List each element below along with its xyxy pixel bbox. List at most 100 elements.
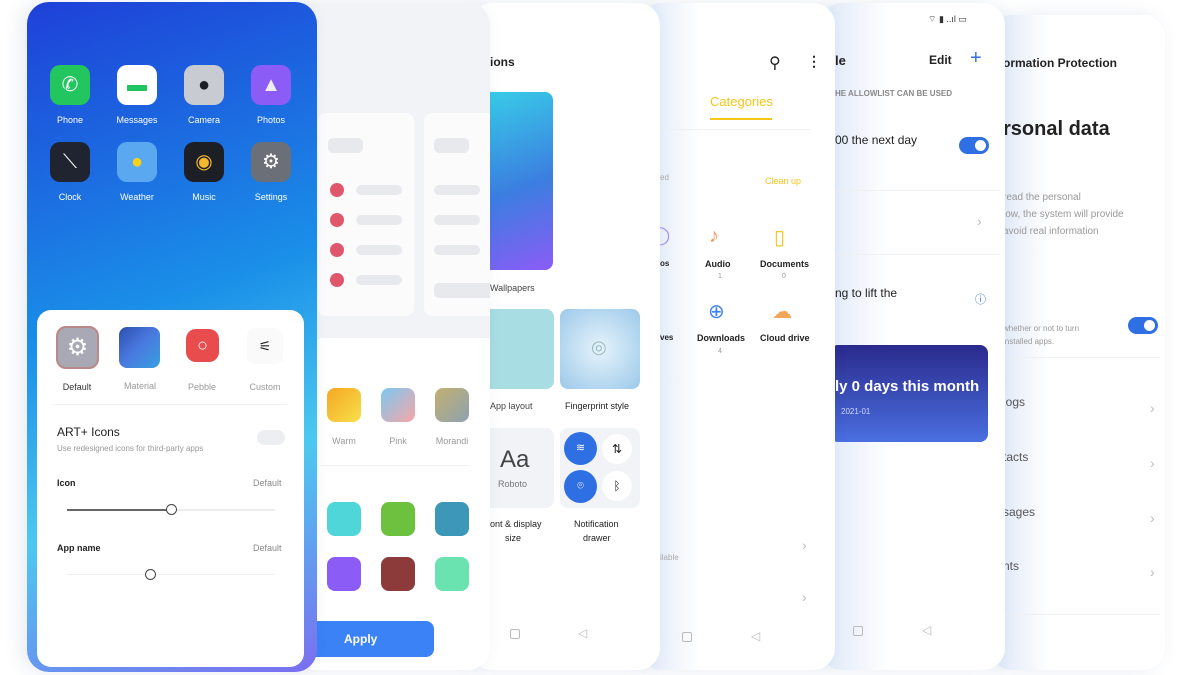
lift-label: ng to lift the <box>835 286 898 300</box>
clean-up-button[interactable]: Clean up <box>765 176 801 186</box>
icon-size-value: Default <box>253 478 282 488</box>
more-icon[interactable]: ⋮ <box>807 53 821 70</box>
theme-preview-card[interactable] <box>318 113 414 316</box>
section-header: HE ALLOWLIST CAN BE USED <box>835 89 953 98</box>
chevron-right-icon[interactable]: › <box>802 589 807 605</box>
location-icon: ⌾ <box>564 470 597 503</box>
notif-label: Notification <box>574 519 619 529</box>
document-icon: ▯ <box>774 227 786 249</box>
gradient-morandi[interactable] <box>435 388 469 422</box>
weather-icon[interactable]: ● <box>117 142 157 182</box>
personalizations-screen: ions Wallpapers App layout ◎ Fingerprint… <box>470 3 660 670</box>
chevron-right-icon: › <box>1150 510 1155 526</box>
privacy-item[interactable]: nts <box>1003 559 1019 573</box>
app-label: Phone <box>56 115 84 125</box>
schedule-title: le <box>835 53 846 68</box>
theme-screen: Warm Pink Morandi Apply <box>290 3 490 670</box>
notification-drawer-tile[interactable]: ≋ ⇅ ⌾ ᛒ <box>560 428 640 508</box>
slider-knob[interactable] <box>145 569 157 580</box>
nav-back-icon[interactable]: ◁ <box>578 626 587 640</box>
audio-icon: ♪ <box>709 225 719 247</box>
app-label: Music <box>192 192 216 202</box>
chevron-right-icon: › <box>1150 455 1155 471</box>
data-icon: ⇅ <box>602 434 632 464</box>
art-icons-subtitle: Use redesigned icons for third-party app… <box>57 444 204 453</box>
next-day-toggle[interactable] <box>959 137 989 154</box>
theme-preview-card[interactable] <box>424 113 490 316</box>
music-icon[interactable]: ◉ <box>184 142 224 182</box>
edit-button[interactable]: Edit <box>929 53 952 67</box>
app-label: Weather <box>120 192 154 202</box>
fingerprint-icon: ◎ <box>591 337 607 357</box>
style-custom[interactable]: ⚟ <box>247 328 283 364</box>
gradient-pink[interactable] <box>381 388 415 422</box>
icon-size-label: Icon <box>57 478 76 488</box>
photos-icon[interactable]: ▲ <box>251 65 291 105</box>
wifi-icon: ≋ <box>564 432 597 465</box>
status-bar-icons: ⌔ ▮ ..ıl ▭ <box>928 14 967 24</box>
art-icons-title: ART+ Icons <box>57 425 120 439</box>
next-day-label: 00 the next day <box>835 133 918 147</box>
app-label: Messages <box>116 115 158 125</box>
chevron-right-icon: › <box>1150 564 1155 580</box>
privacy-item[interactable]: sages <box>1003 505 1035 519</box>
app-label: Clock <box>58 192 82 202</box>
settings-icon[interactable]: ⚙ <box>251 142 291 182</box>
font-label: ont & display <box>490 519 542 529</box>
privacy-desc-line: low, the system will provide <box>1003 209 1124 220</box>
art-icons-toggle[interactable] <box>257 430 285 445</box>
nav-back-icon[interactable]: ◁ <box>751 629 760 643</box>
messages-icon[interactable]: ▬ <box>117 65 157 105</box>
nav-recents-icon[interactable] <box>682 632 692 642</box>
tab-categories[interactable]: Categories <box>710 94 773 109</box>
nav-back-icon[interactable]: ◁ <box>922 623 931 637</box>
app-name-value: Default <box>253 543 282 553</box>
privacy-screen: ormation Protection rsonal data read the… <box>990 15 1165 670</box>
chevron-right-icon[interactable]: › <box>977 213 982 229</box>
fingerprint-tile[interactable]: ◎ <box>560 309 640 389</box>
app-layout-label: App layout <box>490 401 533 411</box>
app-name-slider[interactable] <box>67 569 275 580</box>
color-swatch[interactable] <box>435 502 469 536</box>
privacy-item[interactable]: tacts <box>1003 450 1028 464</box>
app-label: Settings <box>254 192 288 202</box>
toggle-desc: whether or not to turn <box>1003 324 1080 333</box>
download-icon: ⊕ <box>708 301 725 323</box>
gradient-warm[interactable] <box>327 388 361 422</box>
privacy-desc-line: read the personal <box>1003 192 1081 203</box>
notif-label: drawer <box>583 533 611 543</box>
style-pebble[interactable]: ○ <box>186 329 219 362</box>
privacy-item[interactable]: logs <box>1003 395 1025 409</box>
storage-label: ed <box>660 173 669 182</box>
wallpapers-label: Wallpapers <box>490 283 535 293</box>
apply-button[interactable]: Apply <box>300 621 434 657</box>
toggle-desc: installed apps. <box>1003 337 1055 346</box>
style-default[interactable]: ⚙ <box>56 326 99 369</box>
search-icon[interactable]: ⚲ <box>769 53 781 73</box>
home-screen: ✆ Phone ▬ Messages ● Camera ▲ Photos ⟍ Clock ● Weat… <box>27 2 317 672</box>
camera-icon[interactable]: ● <box>184 65 224 105</box>
app-label: Camera <box>187 115 220 125</box>
banner-title: ly 0 days this month <box>835 378 980 395</box>
nav-recents-icon[interactable] <box>510 629 520 639</box>
color-swatch[interactable] <box>381 557 415 591</box>
color-swatch[interactable] <box>327 502 361 536</box>
cloud-icon: ☁ <box>772 301 792 323</box>
files-screen: ⚲ ⋮ Categories ed Clean up ◯ os ♪ Audio 1 ▯… <box>640 3 835 670</box>
clock-icon[interactable]: ⟍ <box>50 142 90 182</box>
slider-knob[interactable] <box>166 504 177 515</box>
personalizations-title: ions <box>490 55 515 69</box>
info-icon[interactable]: ⓘ <box>975 291 986 307</box>
privacy-toggle[interactable] <box>1128 317 1158 334</box>
privacy-title: ormation Protection <box>1003 56 1118 70</box>
add-icon[interactable]: + <box>970 47 982 70</box>
color-swatch[interactable] <box>435 557 469 591</box>
style-material[interactable] <box>119 327 160 368</box>
icon-size-slider[interactable] <box>67 504 275 515</box>
phone-icon[interactable]: ✆ <box>50 65 90 105</box>
color-swatch[interactable] <box>327 557 361 591</box>
chevron-right-icon[interactable]: › <box>802 537 807 553</box>
bluetooth-icon: ᛒ <box>602 471 632 501</box>
nav-recents-icon[interactable] <box>853 626 863 636</box>
color-swatch[interactable] <box>381 502 415 536</box>
